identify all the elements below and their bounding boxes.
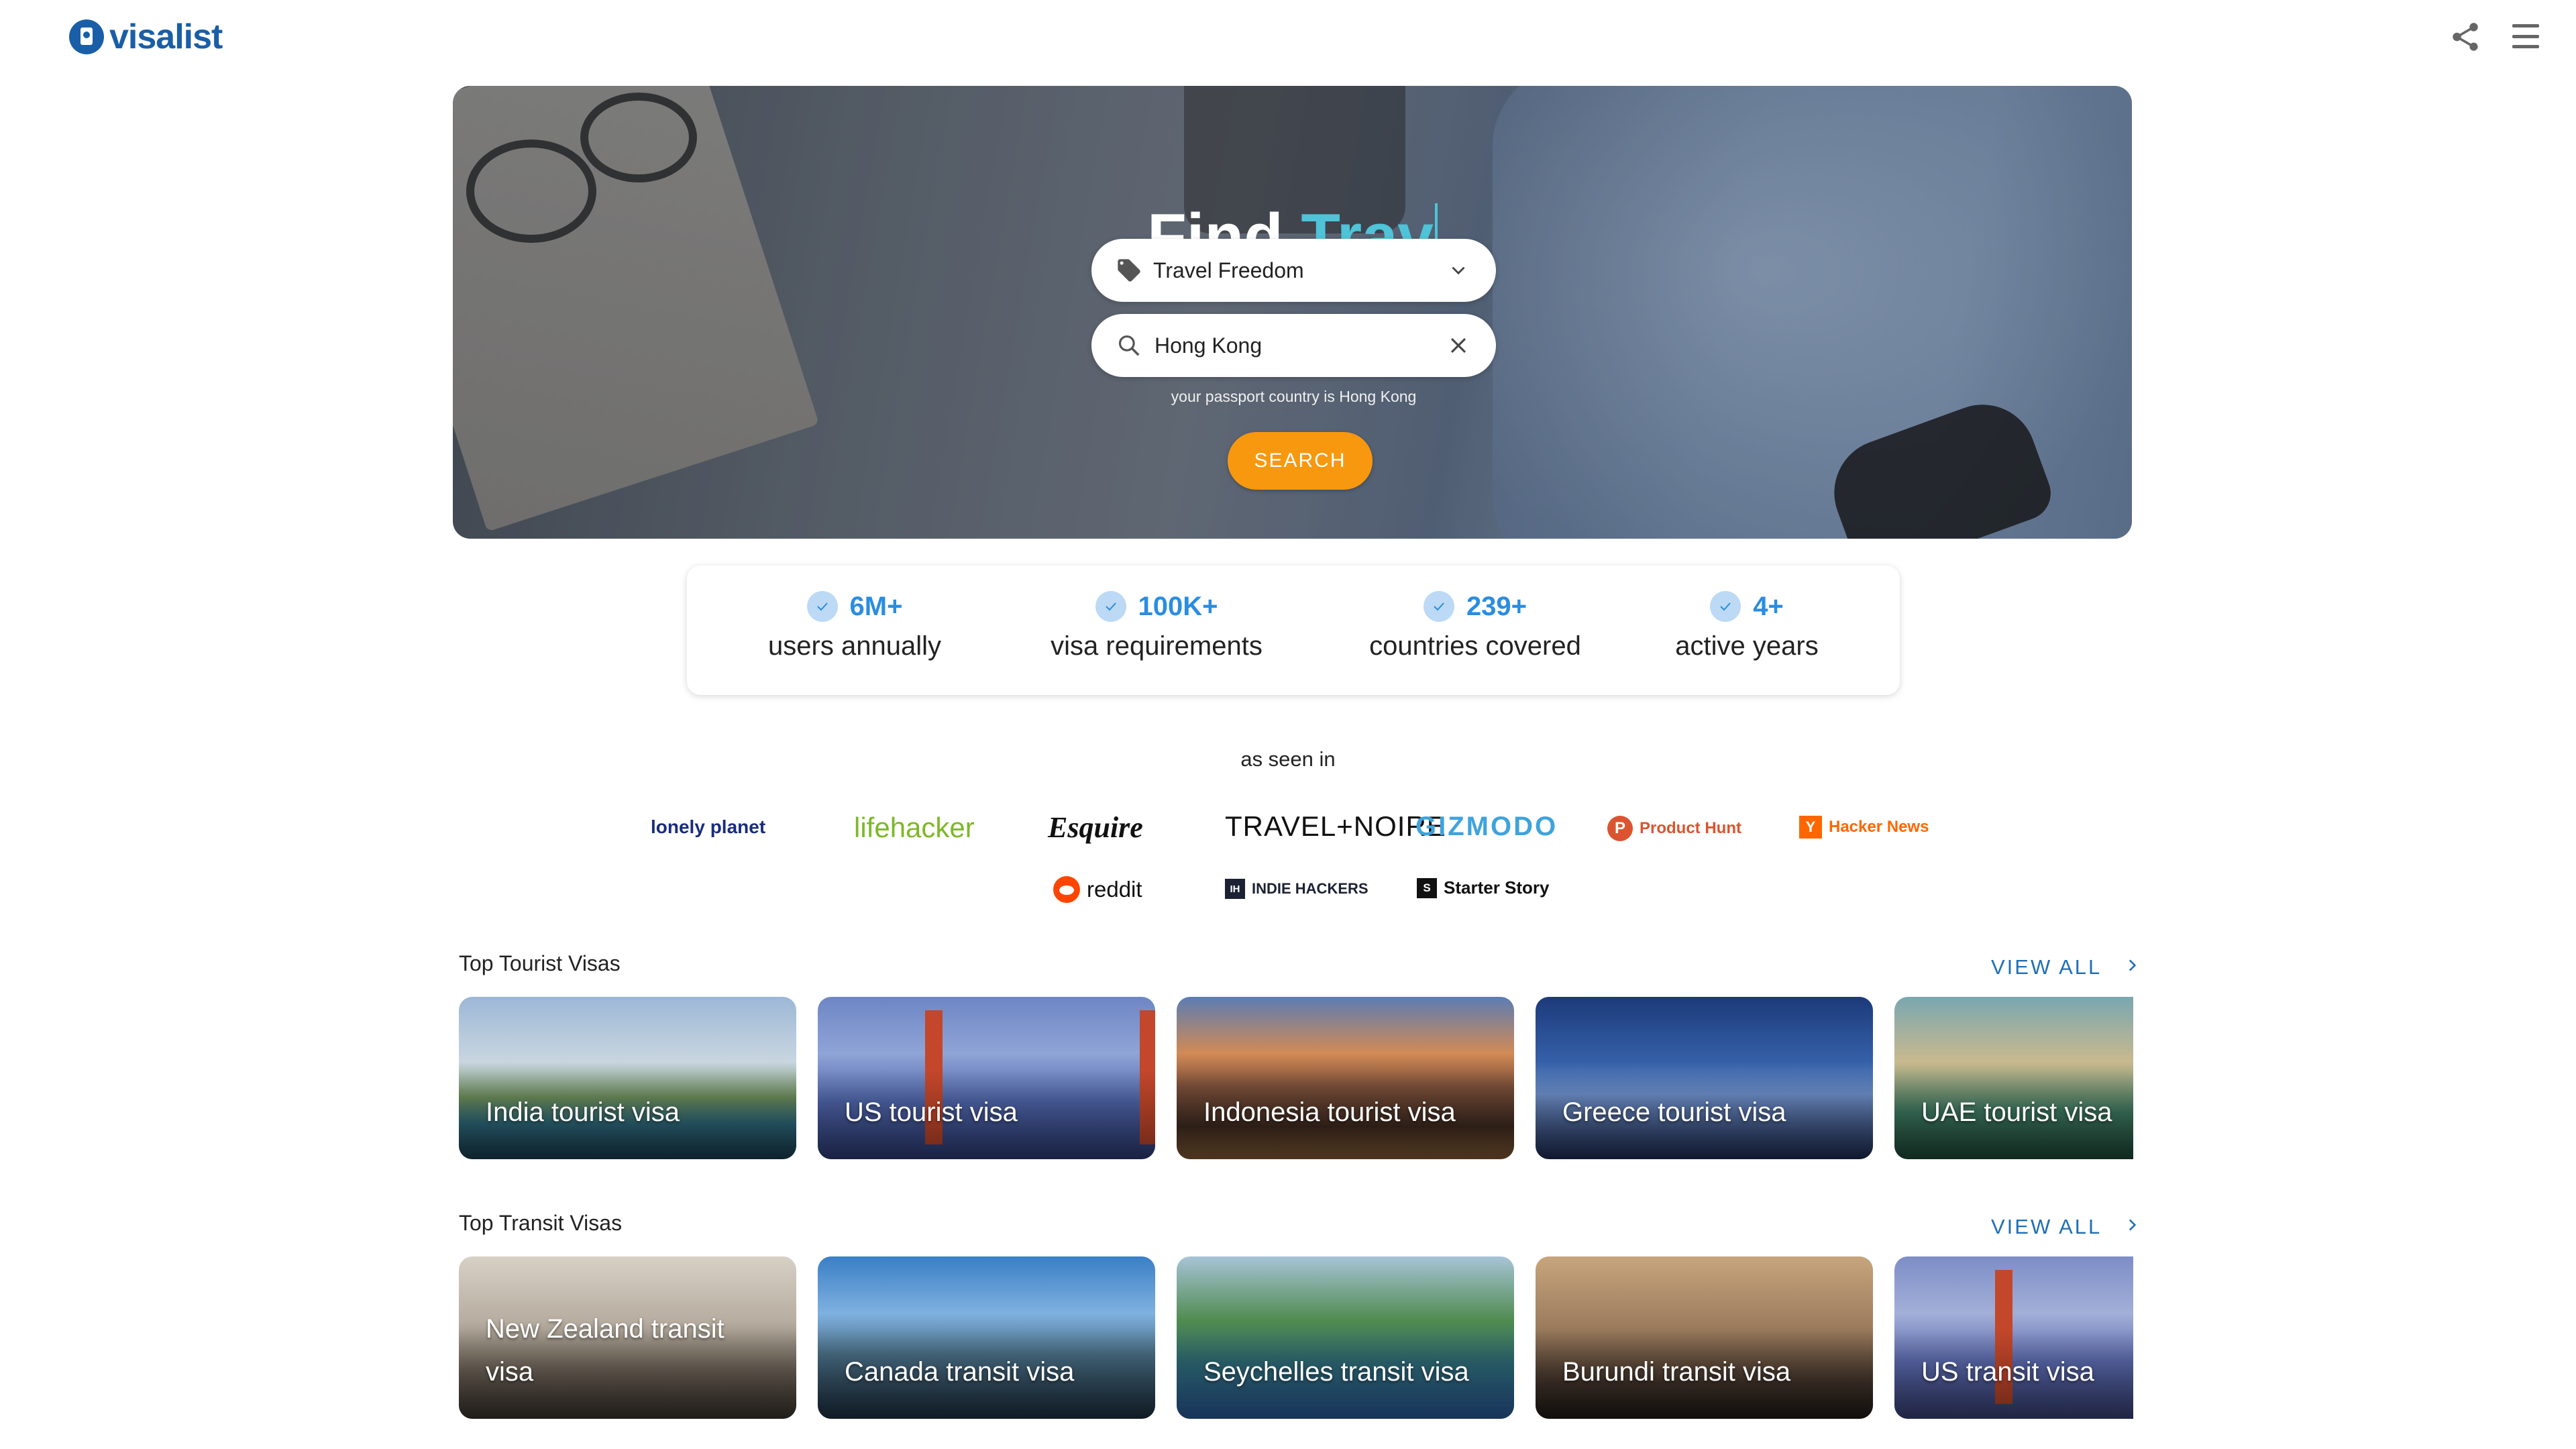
logo-text: visalist [109,17,223,56]
stat-number: 100K+ [1138,591,1218,621]
view-all-label: VIEW ALL [1991,955,2102,979]
check-icon [806,591,838,622]
stat-label: countries covered [1369,631,1581,661]
visa-card-label: Greece tourist visa [1562,1097,1786,1127]
visa-card-us[interactable]: US tourist visa [818,997,1155,1159]
tag-icon [1116,257,1142,284]
category-select[interactable]: Travel Freedom [1091,239,1496,302]
indie-hackers-icon: IH [1225,879,1245,899]
stat-label: visa requirements [1051,631,1263,661]
travel-noire-logo[interactable]: TRAVEL+NOIRE [1225,810,1446,843]
hamburger-menu-icon[interactable] [2512,24,2539,48]
indie-hackers-logo[interactable]: IH INDIE HACKERS [1225,879,1368,899]
press-logo-text: Starter Story [1444,877,1550,898]
section-title-tourist: Top Tourist Visas [459,951,621,975]
press-logo-text: INDIE HACKERS [1252,880,1368,897]
stat-label: users annually [768,631,941,661]
close-icon[interactable] [1445,332,1472,359]
stat-active-years: 4+ active years [1660,591,1834,661]
press-logo-text: Esquire [1048,811,1143,844]
top-bar: visalist [0,0,2576,74]
esquire-logo[interactable]: Esquire [1048,810,1143,845]
chevron-right-icon [2123,955,2141,979]
hacker-news-logo[interactable]: Y Hacker News [1799,816,1929,839]
search-icon [1116,332,1142,359]
hacker-news-icon: Y [1799,816,1822,839]
visa-card-label: UAE tourist visa [1921,1097,2112,1127]
visa-card-label: US transit visa [1921,1357,2094,1387]
visa-card-label: Burundi transit visa [1562,1357,1791,1387]
visa-card-indonesia[interactable]: Indonesia tourist visa [1177,997,1514,1159]
search-input[interactable] [1153,332,1445,359]
chevron-right-icon [2123,1215,2141,1239]
visa-card-canada[interactable]: Canada transit visa [818,1256,1155,1419]
view-all-transit-button[interactable]: VIEW ALL [1991,1215,2141,1239]
search-button[interactable]: SEARCH [1228,432,1373,490]
press-logo-text: reddit [1087,877,1142,902]
passport-note: your passport country is Hong Kong [1171,388,1417,405]
starter-story-logo[interactable]: S Starter Story [1417,877,1550,898]
visa-card-us-transit[interactable]: US transit visa [1894,1256,2133,1419]
chevron-down-icon[interactable] [1445,257,1472,284]
press-logo-text: lifehacker [854,812,975,843]
product-hunt-icon: P [1607,816,1633,841]
visa-card-label: Seychelles transit visa [1203,1357,1469,1387]
lifehacker-logo[interactable]: lifehacker [854,812,975,844]
visa-card-uae[interactable]: UAE tourist visa [1894,997,2133,1159]
lonely-planet-logo[interactable]: lonely planet [651,816,765,838]
visa-card-label: Indonesia tourist visa [1203,1097,1456,1127]
press-logo-text: lonely planet [651,816,766,837]
view-all-tourist-button[interactable]: VIEW ALL [1991,955,2141,979]
passport-country-search[interactable] [1091,314,1496,377]
stats-card: 6M+ users annually 100K+ visa requiremen… [687,566,1900,695]
visa-card-label: India tourist visa [486,1097,680,1127]
visa-card-india[interactable]: India tourist visa [459,997,796,1159]
stat-label: active years [1675,631,1819,661]
press-logo-text: Hacker News [1829,818,1929,836]
stat-number: 239+ [1466,591,1527,621]
press-logo-text: Product Hunt [1640,819,1741,837]
visa-card-burundi[interactable]: Burundi transit visa [1536,1256,1873,1419]
reddit-logo[interactable]: reddit [1053,876,1142,903]
category-select-value: Travel Freedom [1153,258,1304,282]
visa-card-greece[interactable]: Greece tourist visa [1536,997,1873,1159]
stat-number: 6M+ [849,591,903,621]
stat-users: 6M+ users annually [751,591,959,661]
press-logo-text: GIZMODO [1415,812,1558,841]
stat-visa-requirements: 100K+ visa requirements [1036,591,1277,661]
starter-story-icon: S [1417,877,1437,898]
visa-card-label: US tourist visa [845,1097,1018,1127]
check-icon [1095,591,1126,622]
visalist-logo[interactable]: visalist [69,17,223,57]
visa-card-seychelles[interactable]: Seychelles transit visa [1177,1256,1514,1419]
visa-card-new-zealand[interactable]: New Zealand transit visa [459,1256,796,1419]
view-all-label: VIEW ALL [1991,1215,2102,1238]
product-hunt-logo[interactable]: P Product Hunt [1607,816,1741,841]
gizmodo-logo[interactable]: GIZMODO [1415,812,1558,842]
as-seen-in-title: as seen in [1240,747,1336,771]
check-icon [1423,591,1454,622]
stat-countries: 239+ countries covered [1354,591,1596,661]
reddit-alien-icon [1053,876,1080,903]
stat-number: 4+ [1753,591,1784,621]
tourist-visa-carousel: India tourist visa US tourist visa Indon… [459,997,2133,1159]
transit-visa-carousel: New Zealand transit visa Canada transit … [459,1256,2133,1419]
passport-logo-icon [69,19,104,54]
visa-card-label: New Zealand transit visa [486,1314,724,1387]
share-icon[interactable] [2449,20,2482,54]
press-logo-text: TRAVEL+NOIRE [1225,810,1446,842]
check-icon [1710,591,1741,622]
visa-card-label: Canada transit visa [845,1357,1075,1387]
section-title-transit: Top Transit Visas [459,1211,623,1235]
